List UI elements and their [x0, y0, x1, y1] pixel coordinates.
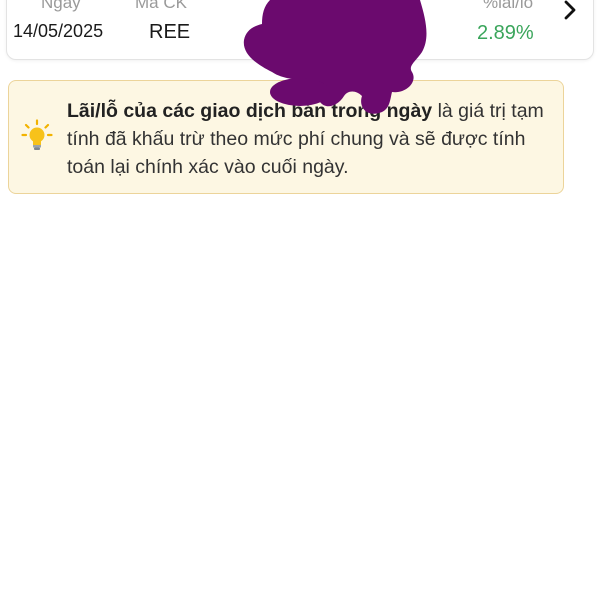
chevron-right-icon[interactable] — [559, 0, 581, 21]
ticker-column-header: Mã CK — [135, 0, 187, 12]
trade-ticker: REE — [149, 21, 191, 43]
redaction-blob — [243, 0, 427, 114]
trade-pnl-percent: 2.89% — [477, 22, 534, 44]
lightbulb-icon — [21, 119, 53, 150]
pnl-column-header: %lãi/lỗ — [483, 0, 534, 12]
page: Ngày Mã CK %lãi/lỗ 14/05/2025 REE 2.89% … — [0, 0, 600, 600]
date-column-header: Ngày — [41, 0, 81, 12]
trade-date: 14/05/2025 — [13, 21, 104, 41]
